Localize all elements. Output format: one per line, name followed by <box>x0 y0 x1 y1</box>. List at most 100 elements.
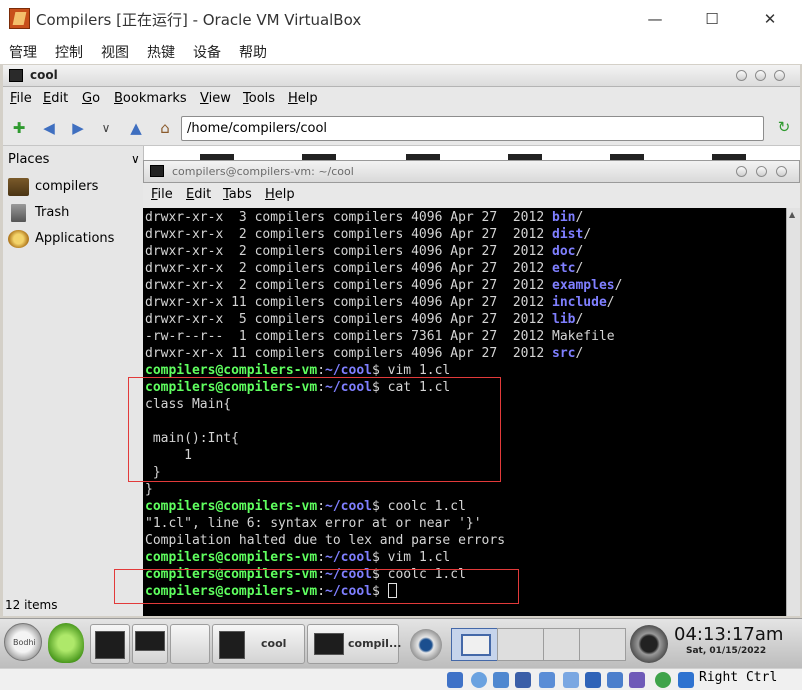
fm-menu-tools[interactable]: Tools <box>243 91 275 106</box>
menu-control[interactable]: 控制 <box>55 42 83 62</box>
term-menu-tabs[interactable]: Tabs <box>223 187 252 202</box>
workspace-1[interactable] <box>451 628 498 661</box>
workspace-2[interactable] <box>497 628 544 661</box>
history-chevron-down-icon[interactable]: ∨ <box>97 120 115 136</box>
terminal-line: drwxr-xr-x 2 compilers compilers 4096 Ap… <box>145 260 583 277</box>
display-icon[interactable] <box>585 672 601 688</box>
places-chevron-down-icon[interactable]: ∨ <box>131 152 140 166</box>
prompt-dollar: $ <box>371 499 388 514</box>
eye-launcher-icon[interactable] <box>410 629 442 661</box>
clock[interactable]: 04:13:17am <box>674 624 783 645</box>
usb-icon[interactable] <box>539 672 555 688</box>
location-bar-input[interactable]: /home/compilers/cool <box>181 116 764 141</box>
ls-entry-meta: drwxr-xr-x 2 compilers compilers 4096 Ap… <box>145 244 552 259</box>
directory-name: bin <box>552 210 576 225</box>
menu-view[interactable]: 视图 <box>101 42 129 62</box>
output-text: -rw-r--r-- 1 compilers compilers 7361 Ap… <box>145 329 615 344</box>
optical-drive-icon[interactable] <box>471 672 487 688</box>
menu-help[interactable]: 帮助 <box>239 42 267 62</box>
fm-menu-go[interactable]: Go <box>82 91 100 106</box>
prompt-dollar: $ <box>371 363 388 378</box>
term-close-icon[interactable] <box>776 166 787 177</box>
term-menu-help[interactable]: Help <box>265 187 295 202</box>
term-minimize-icon[interactable] <box>736 166 747 177</box>
place-label: compilers <box>35 179 99 194</box>
ls-entry-meta: drwxr-xr-x 11 compilers compilers 4096 A… <box>145 346 552 361</box>
fm-close-icon[interactable] <box>774 70 785 81</box>
output-text: "1.cl", line 6: syntax error at or near … <box>145 516 482 531</box>
ls-entry-meta: drwxr-xr-x 2 compilers compilers 4096 Ap… <box>145 278 552 293</box>
task-button-compilers[interactable]: compil... <box>307 624 402 664</box>
close-icon[interactable]: ✕ <box>758 8 782 30</box>
minimize-icon[interactable]: — <box>643 8 667 30</box>
place-item-trash[interactable]: Trash <box>6 202 144 224</box>
terminal-line: drwxr-xr-x 2 compilers compilers 4096 Ap… <box>145 277 622 294</box>
audio-icon[interactable] <box>493 672 509 688</box>
speaker-icon[interactable] <box>630 625 668 663</box>
go-refresh-icon[interactable]: ↻ <box>775 119 793 135</box>
leaf-launcher-icon[interactable] <box>48 623 84 663</box>
scroll-up-arrow-icon[interactable]: ▲ <box>789 210 795 219</box>
directory-name: src <box>552 346 576 361</box>
terminal-app-icon <box>219 631 245 659</box>
place-item-compilers[interactable]: compilers <box>6 176 144 198</box>
ls-entry-meta: drwxr-xr-x 3 compilers compilers 4096 Ap… <box>145 210 552 225</box>
fm-minimize-icon[interactable] <box>736 70 747 81</box>
directory-name: dist <box>552 227 584 242</box>
directory-name: examples <box>552 278 615 293</box>
term-menu-file[interactable]: File <box>151 187 173 202</box>
trash-icon <box>11 204 26 222</box>
terminal-line: compilers@compilers-vm:~/cool$ coolc 1.c… <box>145 498 466 515</box>
task-button-cool[interactable]: cool <box>212 624 305 664</box>
task-button-terminal[interactable] <box>90 624 130 664</box>
maximize-icon[interactable]: ☐ <box>700 8 724 30</box>
mouse-integration-icon[interactable] <box>655 672 671 688</box>
fm-menu-help[interactable]: Help <box>288 91 318 106</box>
workspace-4[interactable] <box>579 628 626 661</box>
fm-maximize-icon[interactable] <box>755 70 766 81</box>
fm-menu-bookmarks[interactable]: Bookmarks <box>114 91 187 106</box>
new-tab-icon[interactable]: ✚ <box>10 120 28 136</box>
place-item-applications[interactable]: Applications <box>6 228 144 250</box>
file-manager-title: cool <box>30 68 58 82</box>
network-icon[interactable] <box>515 672 531 688</box>
terminal-line: -rw-r--r-- 1 compilers compilers 7361 Ap… <box>145 328 615 345</box>
home-icon[interactable]: ⌂ <box>156 120 174 136</box>
host-key-arrow-icon[interactable] <box>678 672 694 688</box>
bodhi-start-button[interactable]: Bodhi <box>4 623 42 661</box>
path-separator: / <box>575 210 584 225</box>
back-arrow-icon[interactable]: ◀ <box>40 120 58 136</box>
file-manager-title-bar[interactable]: cool <box>3 65 800 87</box>
term-maximize-icon[interactable] <box>756 166 767 177</box>
prompt-user: compilers@compilers-vm <box>145 499 318 514</box>
term-menu-edit[interactable]: Edit <box>186 187 211 202</box>
host-key-label: Right Ctrl <box>699 670 778 685</box>
menu-manage[interactable]: 管理 <box>9 42 37 62</box>
fm-menu-file[interactable]: File <box>10 91 32 106</box>
command-text: vim 1.cl <box>387 363 451 378</box>
places-header[interactable]: Places <box>8 152 49 167</box>
fm-menu-edit[interactable]: Edit <box>43 91 68 106</box>
terminal-scrollbar[interactable]: ▲ <box>786 208 800 616</box>
hard-disk-icon[interactable] <box>447 672 463 688</box>
menu-hotkeys[interactable]: 热键 <box>147 42 175 62</box>
path-separator: / <box>606 295 615 310</box>
menu-devices[interactable]: 设备 <box>193 42 221 62</box>
terminal-title-bar[interactable]: compilers@compilers-vm: ~/cool <box>143 160 800 183</box>
cpu-icon[interactable] <box>629 672 645 688</box>
task-button-terminal-2[interactable] <box>132 624 168 664</box>
forward-arrow-icon[interactable]: ▶ <box>69 120 87 136</box>
terminal-line: drwxr-xr-x 2 compilers compilers 4096 Ap… <box>145 226 591 243</box>
place-label: Trash <box>35 205 70 220</box>
up-arrow-icon[interactable]: ▲ <box>127 120 145 136</box>
shared-folders-icon[interactable] <box>563 672 579 688</box>
output-text: } <box>145 482 153 497</box>
task-button-blank[interactable] <box>170 624 210 664</box>
prompt-path: ~/cool <box>325 499 372 514</box>
ls-entry-meta: drwxr-xr-x 11 compilers compilers 4096 A… <box>145 295 552 310</box>
path-separator: / <box>614 278 623 293</box>
video-capture-icon[interactable] <box>607 672 623 688</box>
location-path: /home/compilers/cool <box>187 121 328 136</box>
fm-menu-view[interactable]: View <box>200 91 231 106</box>
terminal-app-icon <box>9 69 23 82</box>
